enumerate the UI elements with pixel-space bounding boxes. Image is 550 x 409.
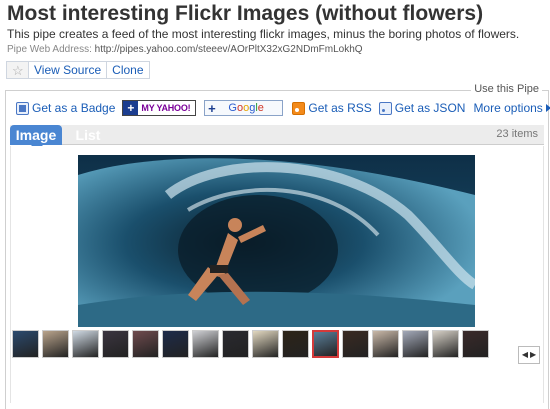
favorite-star-icon[interactable]: ☆ bbox=[7, 62, 29, 78]
thumbnail-strip bbox=[12, 330, 492, 360]
view-source-button[interactable]: View Source bbox=[29, 62, 108, 78]
thumbnail[interactable] bbox=[402, 330, 429, 358]
thumbnail[interactable] bbox=[72, 330, 99, 358]
get-rss-label: Get as RSS bbox=[308, 101, 372, 115]
thumbnail[interactable] bbox=[252, 330, 279, 358]
view-tabs-bar: Image List 23 items bbox=[10, 125, 544, 151]
address-value[interactable]: http://pipes.yahoo.com/steeev/AOrPltX32x… bbox=[95, 44, 363, 55]
arrow-right-icon[interactable]: ▶ bbox=[530, 351, 536, 359]
tab-image[interactable]: Image bbox=[10, 125, 62, 151]
thumbnail[interactable] bbox=[42, 330, 69, 358]
thumbnail[interactable] bbox=[462, 330, 489, 358]
arrow-left-icon[interactable]: ◀ bbox=[522, 351, 528, 359]
thumbnail[interactable] bbox=[102, 330, 129, 358]
get-json-link[interactable]: Get as JSON bbox=[378, 101, 466, 115]
pipe-actions: ☆ View Source Clone bbox=[6, 61, 150, 79]
add-to-my-yahoo-button[interactable]: + MY YAHOO! bbox=[122, 100, 197, 116]
surfer-wave-image bbox=[78, 155, 475, 327]
thumbnail[interactable] bbox=[222, 330, 249, 358]
pipe-web-address: Pipe Web Address: http://pipes.yahoo.com… bbox=[7, 44, 363, 55]
add-to-google-button[interactable]: + Google bbox=[204, 100, 284, 116]
google-logo: Google bbox=[228, 102, 264, 114]
thumbnail-nav: ◀ ▶ bbox=[518, 346, 540, 364]
plus-icon: + bbox=[208, 100, 216, 116]
thumbnail[interactable] bbox=[132, 330, 159, 358]
thumbnail[interactable] bbox=[372, 330, 399, 358]
get-badge-label: Get as a Badge bbox=[32, 101, 116, 115]
json-feed-icon bbox=[378, 101, 392, 115]
get-json-label: Get as JSON bbox=[394, 101, 466, 115]
thumbnail[interactable] bbox=[342, 330, 369, 358]
output-options-row: Get as a Badge + MY YAHOO! + Google Get … bbox=[16, 100, 550, 116]
use-pipe-label: Use this Pipe bbox=[471, 83, 542, 95]
thumbnail-selected[interactable] bbox=[312, 330, 339, 358]
pipe-description: This pipe creates a feed of the most int… bbox=[7, 27, 520, 41]
more-options-link[interactable]: More options bbox=[473, 101, 550, 115]
plus-icon: + bbox=[123, 101, 139, 115]
tab-list[interactable]: List bbox=[72, 125, 104, 145]
thumbnail[interactable] bbox=[162, 330, 189, 358]
address-label: Pipe Web Address: bbox=[7, 44, 92, 55]
my-yahoo-label: MY YAHOO! bbox=[141, 103, 191, 113]
thumbnail[interactable] bbox=[432, 330, 459, 358]
triangle-right-icon bbox=[545, 104, 550, 112]
get-badge-link[interactable]: Get as a Badge bbox=[16, 101, 115, 115]
thumbnail[interactable] bbox=[192, 330, 219, 358]
item-count: 23 items bbox=[496, 128, 538, 140]
clone-button[interactable]: Clone bbox=[107, 62, 149, 78]
thumbnail[interactable] bbox=[12, 330, 39, 358]
more-options-label: More options bbox=[473, 101, 543, 115]
get-rss-link[interactable]: Get as RSS bbox=[292, 101, 372, 115]
thumbnail[interactable] bbox=[282, 330, 309, 358]
main-photo[interactable] bbox=[78, 155, 475, 327]
page-title: Most interesting Flickr Images (without … bbox=[7, 2, 484, 25]
rss-feed-icon bbox=[292, 101, 306, 115]
badge-icon bbox=[16, 101, 29, 115]
